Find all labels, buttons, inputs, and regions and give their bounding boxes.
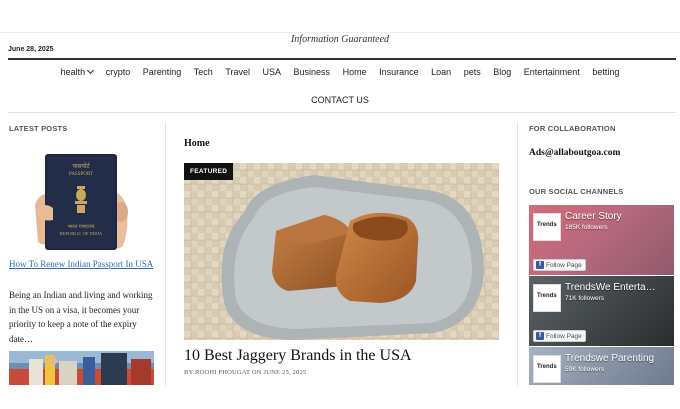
social-card-trendswe-entertainment[interactable]: Trends TrendsWe Enterta… 71K followers f… xyxy=(529,276,674,346)
social-channels-heading: OUR SOCIAL CHANNELS xyxy=(529,187,624,196)
featured-post-image[interactable] xyxy=(184,163,499,340)
follow-page-button[interactable]: f Follow Page xyxy=(533,330,586,342)
site-tagline: Information Guaranteed xyxy=(290,34,390,45)
passport-image[interactable]: पासपोर्ट PASSPORT भारत गणराज्य REPUBLIC … xyxy=(35,150,130,253)
page-avatar: Trends xyxy=(533,284,561,312)
second-post-thumbnail[interactable] xyxy=(9,351,154,385)
social-card-name[interactable]: TrendsWe Enterta… xyxy=(565,282,656,293)
passport-title: PASSPORT xyxy=(69,172,93,177)
nav-item-business[interactable]: Business xyxy=(294,67,331,77)
facebook-icon: f xyxy=(536,261,544,269)
featured-post-byline: BY ROOHI PHOUGAT ON JUNE 25, 2025 xyxy=(184,369,307,376)
nav-item-betting[interactable]: betting xyxy=(592,67,619,77)
nav-divider xyxy=(8,112,676,113)
nav-item-label: health xyxy=(60,67,86,77)
column-divider-right xyxy=(517,122,518,386)
column-divider-left xyxy=(165,122,166,386)
social-card-name[interactable]: Career Story xyxy=(565,211,622,222)
nav-item-crypto[interactable]: crypto xyxy=(106,67,131,77)
chevron-down-icon xyxy=(87,66,95,75)
page-avatar: Trends xyxy=(533,213,561,241)
main-nav: health crypto Parenting Tech Travel USA … xyxy=(0,66,680,77)
nav-item-home[interactable]: Home xyxy=(343,67,367,77)
passport-country: REPUBLIC OF INDIA xyxy=(60,231,103,236)
featured-badge: FEATURED xyxy=(184,163,234,180)
facebook-icon: f xyxy=(536,332,544,340)
social-card-followers: 71K followers xyxy=(565,295,605,302)
latest-post-excerpt: Being an Indian and living and working i… xyxy=(9,290,153,344)
nav-item-blog[interactable]: Blog xyxy=(493,67,511,77)
latest-post-link[interactable]: How To Renew Indian Passport In USA xyxy=(9,258,157,270)
page-avatar: Trends xyxy=(533,355,561,383)
nav-item-health[interactable]: health xyxy=(60,66,95,77)
nav-item-loan[interactable]: Loan xyxy=(431,67,451,77)
nav-item-pets[interactable]: pets xyxy=(464,67,481,77)
nav-item-insurance[interactable]: Insurance xyxy=(379,67,419,77)
nav-item-tech[interactable]: Tech xyxy=(194,67,213,77)
breadcrumb[interactable]: Home xyxy=(184,138,210,149)
social-card-followers: 59K followers xyxy=(565,366,605,373)
top-strip xyxy=(0,0,680,33)
latest-posts-heading: LATEST POSTS xyxy=(9,124,68,133)
nav-item-entertainment[interactable]: Entertainment xyxy=(524,67,580,77)
collaboration-email[interactable]: Ads@allaboutgoa.com xyxy=(529,148,620,158)
header-divider xyxy=(8,58,676,60)
follow-page-button[interactable]: f Follow Page xyxy=(533,259,586,271)
nav-item-travel[interactable]: Travel xyxy=(225,67,250,77)
collaboration-heading: FOR COLLABORATION xyxy=(529,124,616,133)
social-card-followers: 185K followers xyxy=(565,224,608,231)
passport-title-hi: पासपोर्ट xyxy=(72,162,90,170)
social-card-name[interactable]: Trendswe Parenting xyxy=(565,353,654,364)
social-card-career-story[interactable]: Trends Career Story 185K followers f Foll… xyxy=(529,205,674,275)
nav-item-parenting[interactable]: Parenting xyxy=(143,67,182,77)
nav-item-contact-us[interactable]: CONTACT US xyxy=(0,95,680,105)
social-card-trendswe-parenting[interactable]: Trends Trendswe Parenting 59K followers xyxy=(529,347,674,385)
featured-post-title[interactable]: 10 Best Jaggery Brands in the USA xyxy=(184,347,412,365)
nav-item-usa[interactable]: USA xyxy=(263,67,282,77)
passport-country-hi: भारत गणराज्य xyxy=(68,224,95,230)
current-date: June 28, 2025 xyxy=(8,46,54,53)
